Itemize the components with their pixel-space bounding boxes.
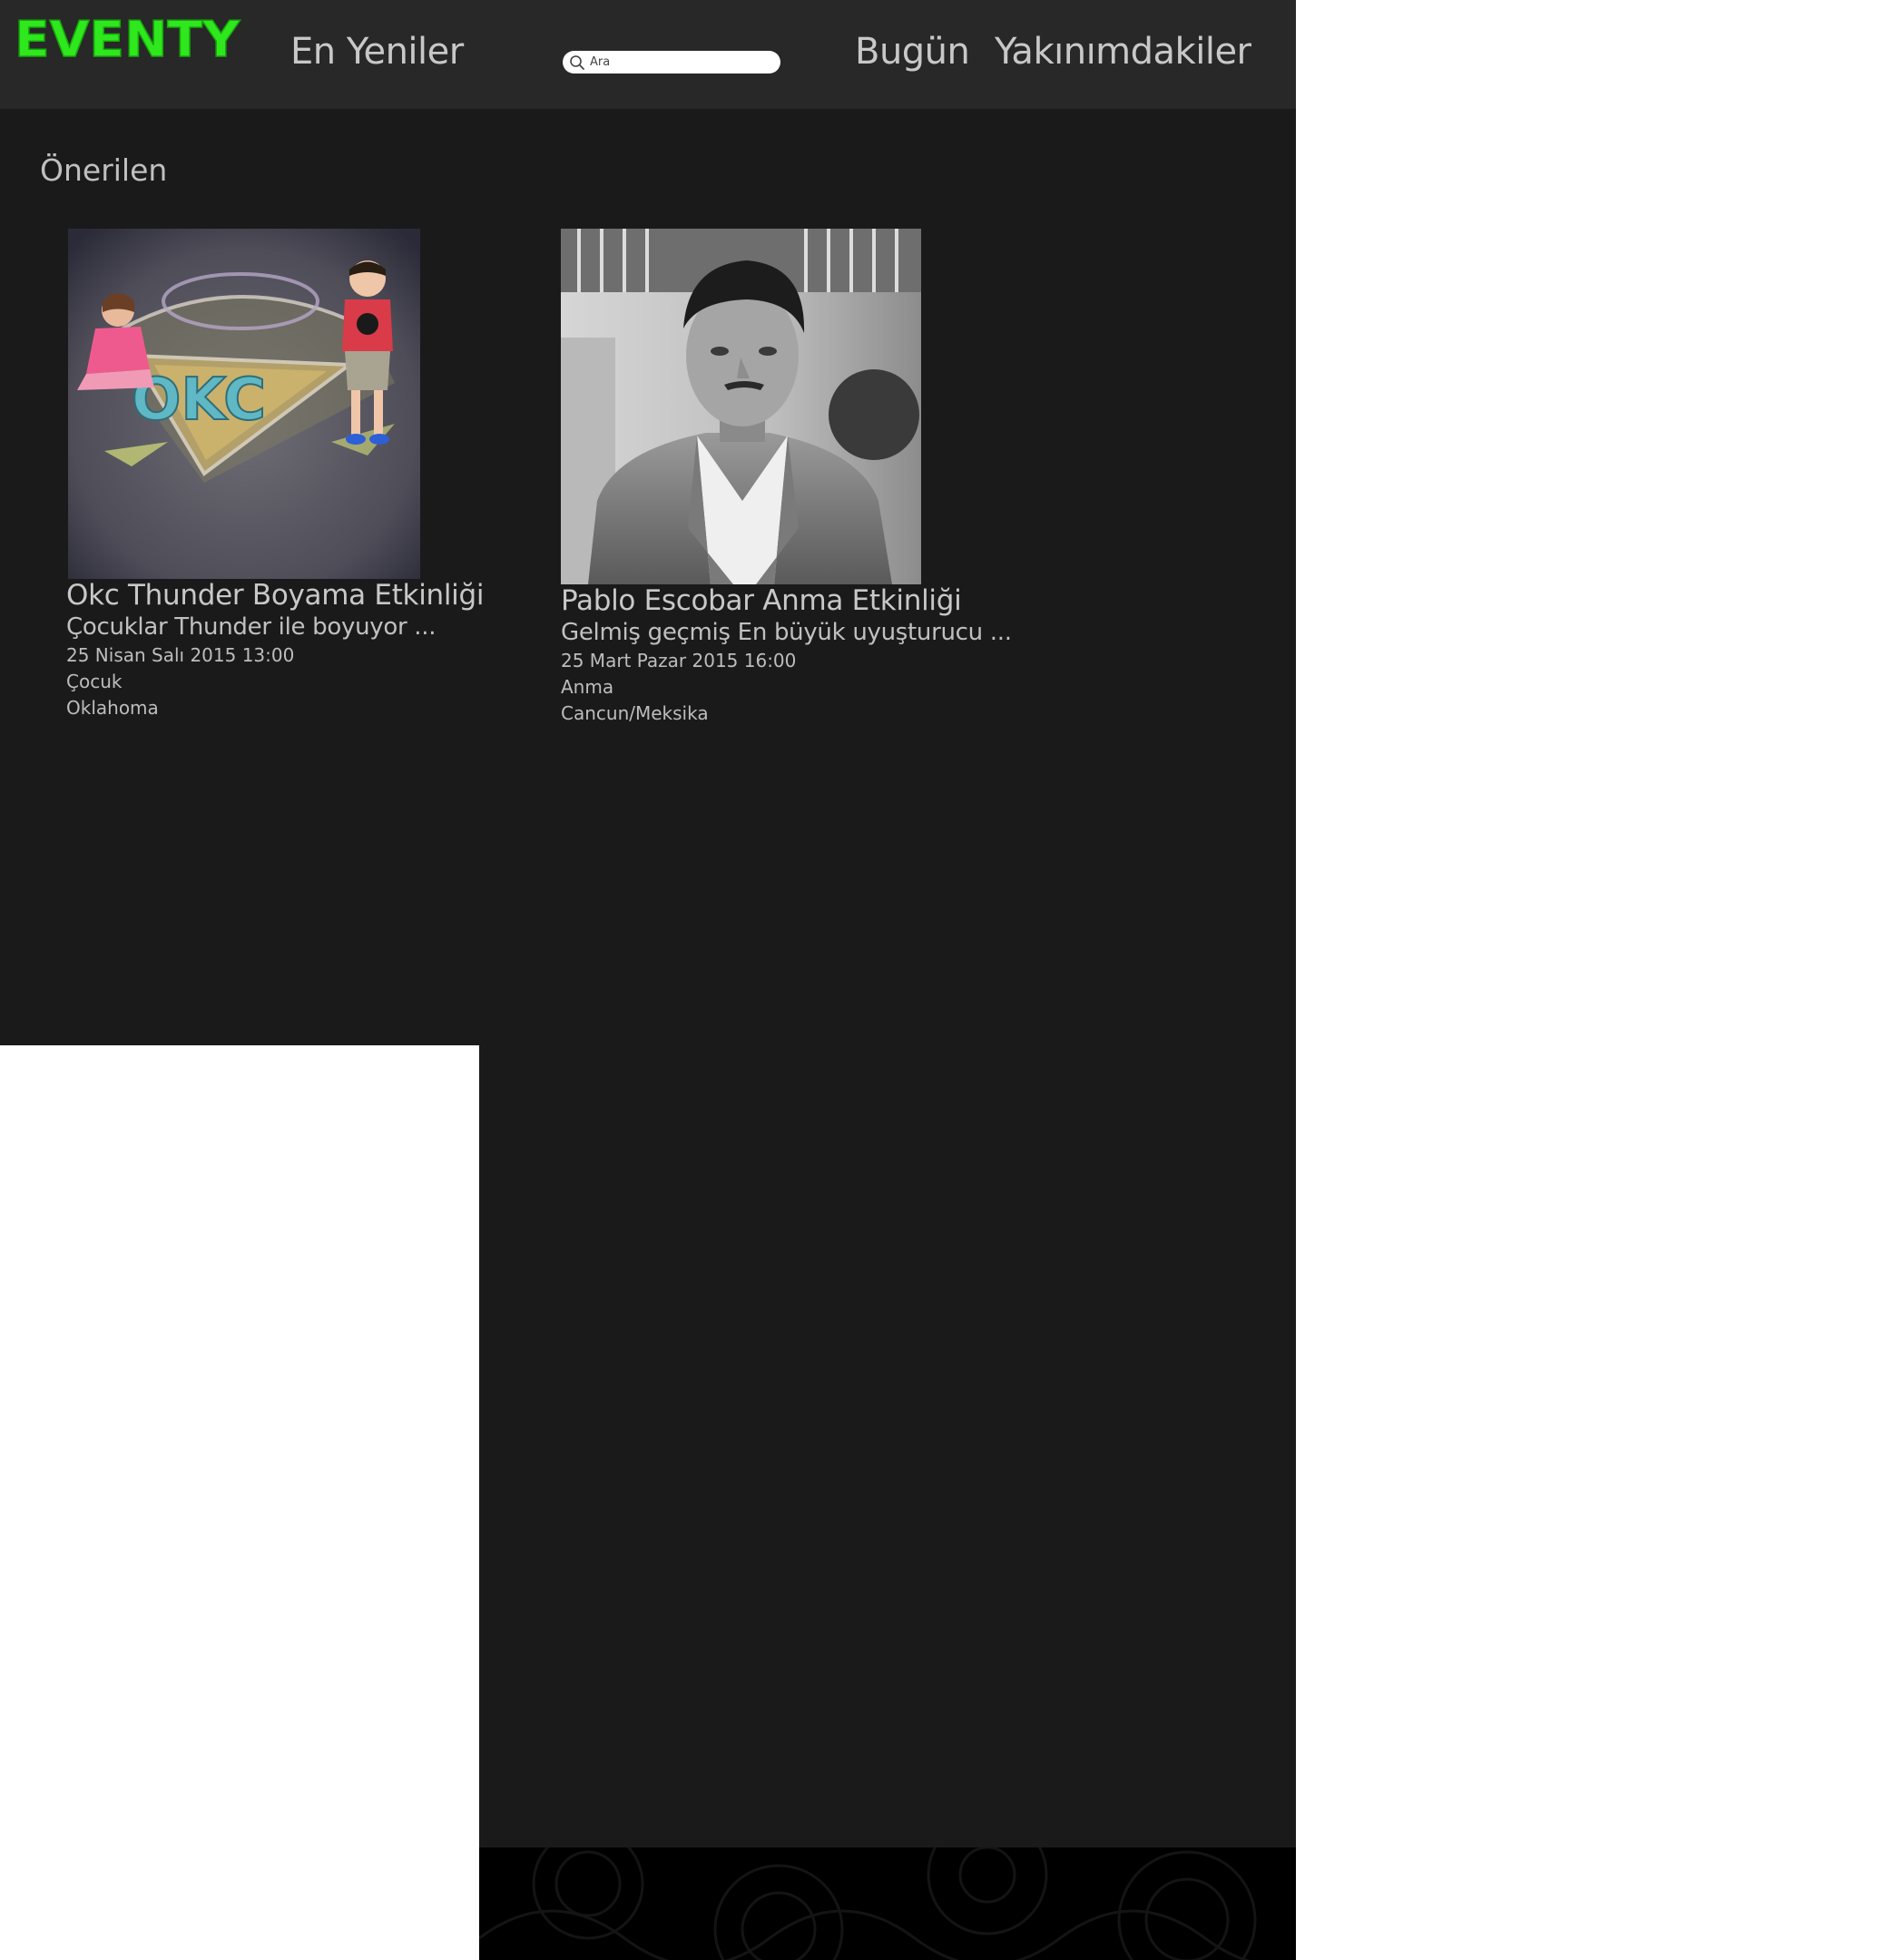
logo-text: EVENTY [15, 11, 240, 67]
lower-content-panel [479, 1045, 1296, 1847]
section-title-recommended: Önerilen [40, 152, 168, 188]
event-card[interactable]: Pablo Escobar Anma Etkinliği Gelmiş geçm… [561, 229, 1012, 727]
event-datetime: 25 Nisan Salı 2015 13:00 [66, 644, 295, 666]
main-content: Önerilen OKC Okc Thunder Boyama Etkinliğ… [0, 109, 1296, 1045]
event-category: Anma [561, 676, 614, 698]
event-datetime: 25 Mart Pazar 2015 16:00 [561, 650, 797, 671]
nav-link-newest[interactable]: En Yeniler [290, 31, 464, 73]
event-title[interactable]: Okc Thunder Boyama Etkinliği [66, 579, 484, 612]
event-image[interactable] [561, 229, 921, 584]
search-input[interactable] [587, 53, 771, 72]
search-box[interactable] [563, 51, 780, 74]
nav-link-nearby[interactable]: Yakınımdakiler [995, 31, 1251, 73]
event-title[interactable]: Pablo Escobar Anma Etkinliği [561, 584, 1012, 617]
okc-chalk-text: OKC [132, 367, 266, 434]
event-description: Gelmiş geçmiş En büyük uyuşturucu ... [561, 619, 1012, 646]
search-icon [567, 53, 587, 73]
event-image[interactable]: OKC [68, 229, 420, 579]
event-location: Cancun/Meksika [561, 702, 709, 724]
footer-pattern [479, 1847, 1296, 1960]
event-category: Çocuk [66, 671, 123, 692]
eventy-logo[interactable]: EVENTY [13, 9, 243, 69]
event-location: Oklahoma [66, 697, 159, 719]
top-navigation-bar: EVENTY En Yeniler Bugün Yakınımdakiler [0, 0, 1296, 109]
event-card[interactable]: OKC Okc Thunder Boyama Etkinliği Çocukla… [66, 229, 484, 721]
nav-link-today[interactable]: Bugün [855, 31, 970, 73]
app-root: EVENTY En Yeniler Bugün Yakınımdakiler Ö… [0, 0, 1296, 1960]
event-description: Çocuklar Thunder ile boyuyor ... [66, 613, 437, 641]
